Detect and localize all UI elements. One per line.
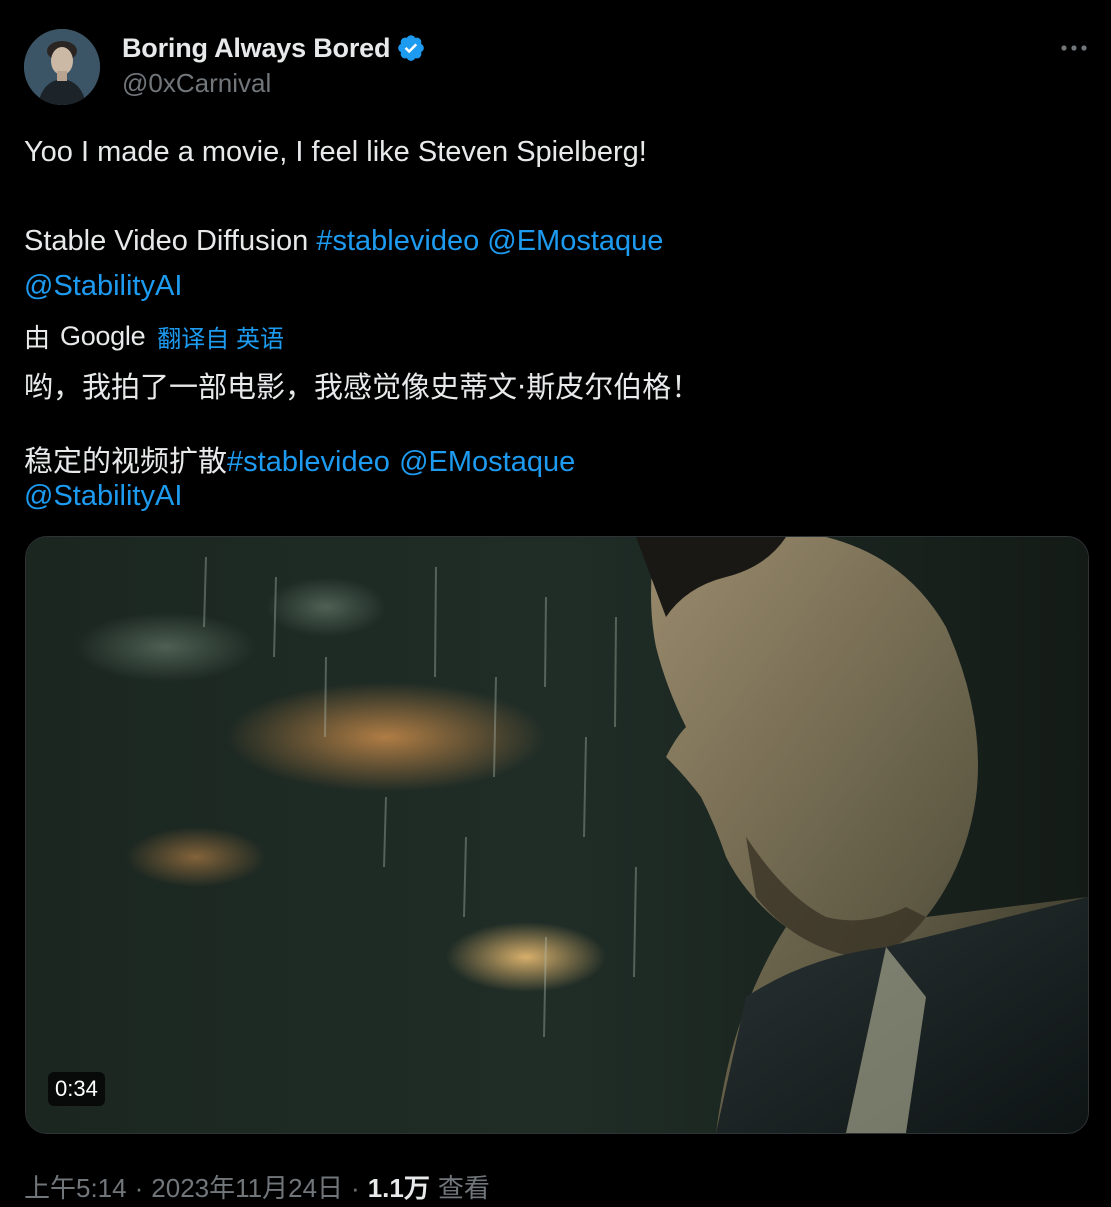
translated-text-line-2: 稳定的视频扩散#stablevideo @EMostaque [24,438,575,480]
tweet-date[interactable]: 2023年11月24日 [151,1168,343,1205]
tweet-text-plain: Stable Video Diffusion [24,225,317,257]
hashtag-link[interactable]: #stablevideo [316,225,479,257]
tweet-text-line-3: @StabilityAI [24,270,182,303]
mention-link-stabilityai[interactable]: @StabilityAI [24,270,182,302]
video-duration-badge: 0:34 [48,1072,105,1106]
avatar[interactable] [24,29,100,105]
tweet-text-line-1: Yoo I made a movie, I feel like Steven S… [24,136,647,168]
views-label: 查看 [437,1173,490,1203]
translated-hashtag-link[interactable]: #stablevideo [227,446,390,478]
more-options-icon[interactable] [1059,38,1089,58]
video-player[interactable] [25,536,1089,1134]
author-block: Boring Always Bored @0xCarnival [122,30,426,99]
handle[interactable]: @0xCarnival [122,68,426,99]
avatar-image [24,29,100,105]
translated-mention-link-emostaque[interactable]: @EMostaque [399,446,575,478]
video-thumbnail [26,537,1088,1133]
display-name-row: Boring Always Bored [122,30,426,66]
tweet-text-line-2: Stable Video Diffusion #stablevideo @EMo… [24,225,663,258]
views-count: 1.1万 [367,1173,430,1203]
translation-attribution: 由 Google 翻译自 英语 [24,318,284,355]
meta-separator: · [134,1173,144,1203]
tweet: Boring Always Bored @0xCarnival Yoo I ma… [0,0,1111,1207]
google-logo: Google [60,321,146,351]
display-name[interactable]: Boring Always Bored [122,33,390,64]
translated-mention-link-stabilityai[interactable]: @StabilityAI [24,480,182,512]
translated-text-plain: 稳定的视频扩散 [24,444,228,478]
tweet-meta: 上午5:14 · 2023年11月24日 · 1.1万 查看 [24,1168,490,1205]
translated-text-line-1: 哟，我拍了一部电影，我感觉像史蒂文·斯皮尔伯格！ [24,370,701,404]
tweet-time[interactable]: 上午5:14 [24,1168,127,1205]
translated-from-link[interactable]: 翻译自 英语 [157,319,284,354]
verified-badge-icon[interactable] [396,33,426,63]
meta-separator: · [351,1173,360,1203]
mention-link-emostaque[interactable]: @EMostaque [487,225,663,257]
translated-text-line-3: @StabilityAI [24,478,182,513]
translation-by-label: 由 [24,323,51,353]
